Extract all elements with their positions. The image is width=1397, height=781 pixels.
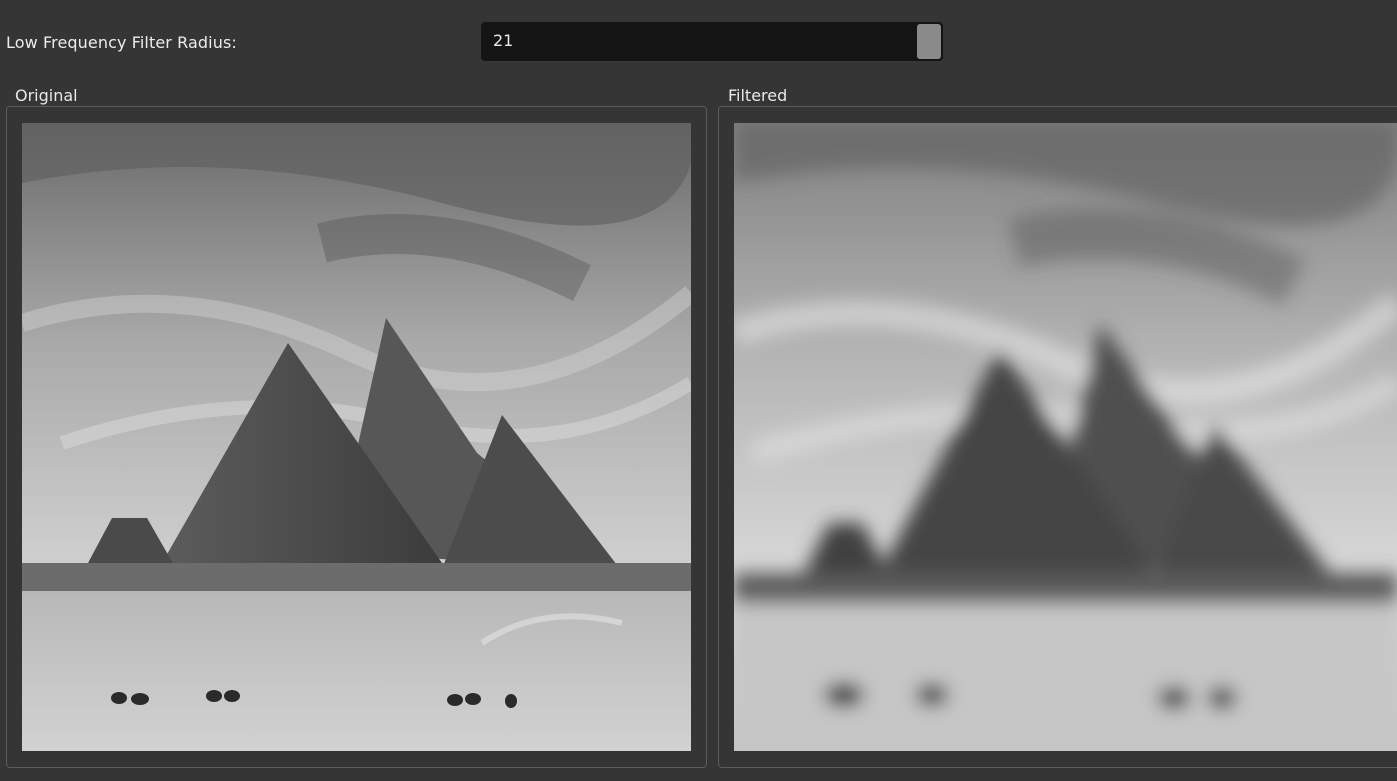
original-title: Original: [15, 86, 78, 105]
filter-radius-spinbox[interactable]: 21: [481, 22, 943, 61]
spinbox-handle-icon[interactable]: [917, 24, 941, 59]
filtered-image: [734, 123, 1397, 751]
original-image: [22, 123, 691, 751]
filtered-title: Filtered: [728, 86, 788, 105]
app-window: Low Frequency Filter Radius: 21 Original: [0, 0, 1397, 781]
filter-radius-value[interactable]: 21: [493, 31, 513, 50]
filter-radius-label: Low Frequency Filter Radius:: [6, 33, 237, 52]
